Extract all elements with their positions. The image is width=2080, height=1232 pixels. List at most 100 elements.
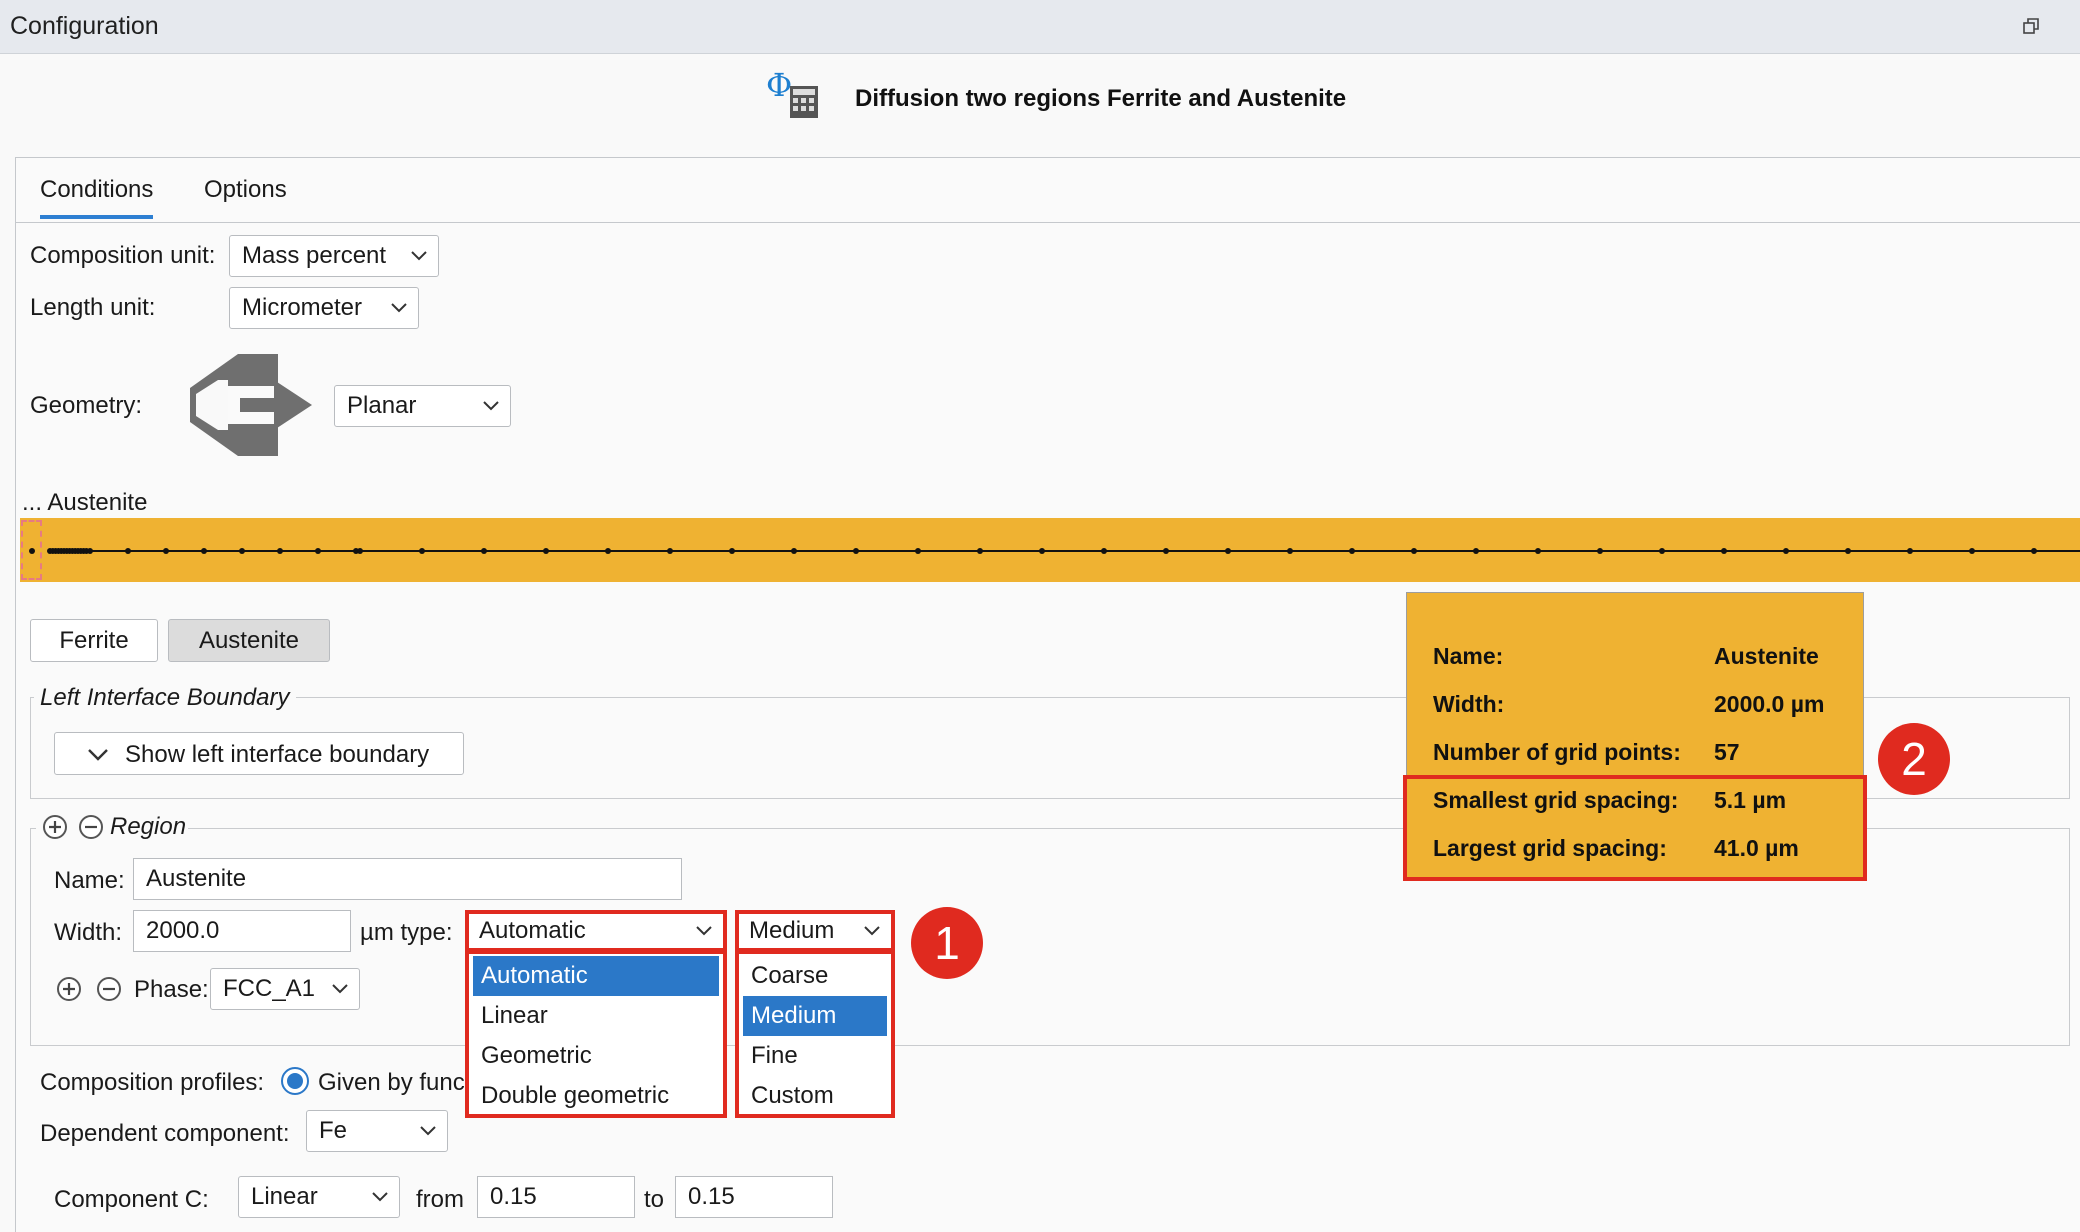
geometry-select[interactable]: Planar: [334, 385, 511, 427]
grid-point: [1101, 548, 1107, 554]
given-by-function-label: Given by func: [318, 1069, 465, 1096]
length-unit-select[interactable]: Micrometer: [229, 287, 419, 329]
to-value-input[interactable]: 0.15: [675, 1176, 833, 1218]
tooltip-width-label: Width:: [1433, 691, 1505, 717]
phase-select[interactable]: FCC_A1: [210, 968, 360, 1010]
tab-options[interactable]: Options: [204, 176, 287, 204]
grid-density-option-coarse[interactable]: Coarse: [743, 956, 887, 996]
add-region-icon[interactable]: [42, 814, 68, 840]
austenite-region-button[interactable]: Austenite: [168, 619, 330, 662]
grid-point: [1969, 548, 1975, 554]
chevron-down-icon: [864, 926, 880, 936]
diffusion-calculator-icon: Φ: [766, 68, 818, 118]
chevron-down-icon: [696, 926, 712, 936]
grid-point: [1039, 548, 1045, 554]
tab-bar: Conditions Options: [16, 158, 2080, 223]
region-width-value: 2000.0: [146, 917, 220, 944]
grid-point: [1721, 548, 1727, 554]
remove-region-icon[interactable]: [78, 814, 104, 840]
grid-point: [667, 548, 673, 554]
title-bar: Configuration: [0, 0, 2080, 54]
grid-type-select[interactable]: Automatic: [465, 910, 727, 952]
from-label: from: [416, 1186, 464, 1213]
grid-type-option-double-geometric[interactable]: Double geometric: [473, 1076, 719, 1116]
grid-density-option-medium[interactable]: Medium: [743, 996, 887, 1036]
grid-point: [315, 548, 321, 554]
composition-unit-select[interactable]: Mass percent: [229, 235, 439, 277]
left-interface-legend: Left Interface Boundary: [34, 684, 296, 712]
composition-profiles-label: Composition profiles:: [40, 1069, 265, 1096]
grid-point: [1473, 548, 1479, 554]
grid-point: [201, 548, 207, 554]
ferrite-region-button[interactable]: Ferrite: [30, 619, 158, 662]
grid-point: [163, 548, 169, 554]
given-by-function-radio[interactable]: [280, 1066, 310, 1096]
grid-density-select[interactable]: Medium: [735, 910, 895, 952]
grid-point: [853, 548, 859, 554]
grid-density-value: Medium: [749, 917, 835, 944]
grid-point: [605, 548, 611, 554]
region-name-label: Name:: [54, 867, 125, 894]
from-value: 0.15: [490, 1183, 537, 1210]
grid-point: [87, 548, 93, 554]
grid-spacing-highlight: [1403, 775, 1867, 881]
window-title: Configuration: [10, 12, 159, 40]
grid-point: [1287, 548, 1293, 554]
grid-point: [1411, 548, 1417, 554]
dependent-component-select[interactable]: Fe: [306, 1110, 448, 1152]
grid-point: [543, 548, 549, 554]
chevron-down-icon: [332, 984, 348, 994]
tooltip-name-value: Austenite: [1714, 643, 1819, 669]
planar-geometry-icon: [190, 354, 312, 456]
grid-density-dropdown: Coarse Medium Fine Custom: [735, 950, 895, 1118]
grid-point: [1163, 548, 1169, 554]
grid-point: [1535, 548, 1541, 554]
grid-point: [1349, 548, 1355, 554]
grid-density-option-fine[interactable]: Fine: [743, 1036, 887, 1076]
svg-text:Φ: Φ: [766, 68, 792, 104]
callout-badge-1: 1: [911, 907, 983, 979]
chevron-down-icon: [391, 303, 407, 313]
grid-type-option-geometric[interactable]: Geometric: [473, 1036, 719, 1076]
chevron-down-icon: [483, 401, 499, 411]
region-width-input[interactable]: 2000.0: [133, 910, 351, 952]
geometry-label: Geometry:: [30, 392, 143, 419]
grid-point: [419, 548, 425, 554]
grid-point: [239, 548, 245, 554]
grid-point: [977, 548, 983, 554]
tooltip-name-label: Name:: [1433, 643, 1504, 669]
grid-point: [481, 548, 487, 554]
grid-point: [1907, 548, 1913, 554]
from-value-input[interactable]: 0.15: [477, 1176, 635, 1218]
chevron-down-icon: [420, 1126, 436, 1136]
component-c-label: Component C:: [54, 1186, 209, 1213]
grid-type-option-linear[interactable]: Linear: [473, 996, 719, 1036]
calculator-title: Diffusion two regions Ferrite and Austen…: [855, 85, 1347, 112]
composition-unit-label: Composition unit:: [30, 242, 216, 269]
grid-points: [29, 548, 2080, 554]
region-legend: Region: [108, 813, 189, 841]
phase-label: Phase:: [134, 976, 209, 1003]
grid-density-option-custom[interactable]: Custom: [743, 1076, 887, 1116]
tooltip-grid-points-label: Number of grid points:: [1433, 739, 1681, 765]
grid-point: [1659, 548, 1665, 554]
restore-window-icon[interactable]: [2022, 17, 2040, 35]
tab-conditions[interactable]: Conditions: [40, 176, 154, 219]
to-value: 0.15: [688, 1183, 735, 1210]
grid-point: [1597, 548, 1603, 554]
length-unit-value: Micrometer: [242, 294, 363, 321]
grid-type-value: Automatic: [479, 917, 586, 944]
grid-type-option-automatic[interactable]: Automatic: [473, 956, 719, 996]
show-left-interface-button[interactable]: Show left interface boundary: [54, 732, 464, 775]
component-c-profile-value: Linear: [251, 1183, 318, 1210]
chevron-down-icon: [88, 749, 108, 761]
remove-phase-icon[interactable]: [96, 976, 122, 1002]
dependent-component-value: Fe: [319, 1117, 348, 1144]
region-name-input[interactable]: Austenite: [133, 858, 682, 900]
grid-type-label: µm type:: [360, 919, 453, 946]
component-c-profile-select[interactable]: Linear: [238, 1176, 400, 1218]
add-phase-icon[interactable]: [56, 976, 82, 1002]
composition-unit-value: Mass percent: [242, 242, 387, 269]
grid-point: [915, 548, 921, 554]
grid-point: [277, 548, 283, 554]
